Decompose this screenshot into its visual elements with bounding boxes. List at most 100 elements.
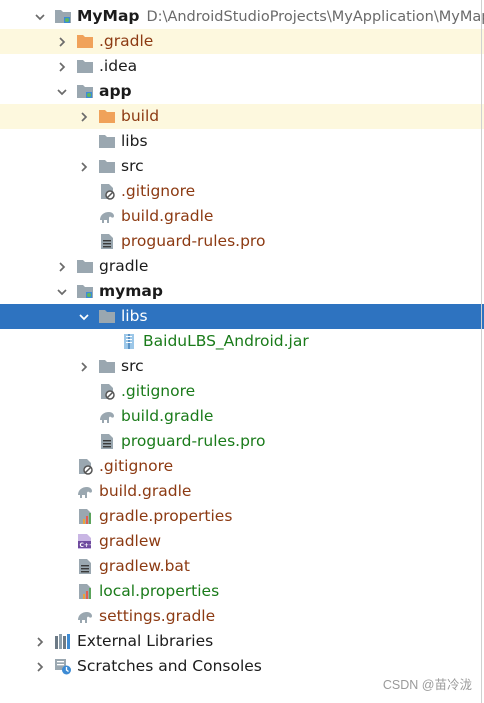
chevron-down-icon[interactable] [55,279,69,304]
tree-item-gitignore-3[interactable]: .gitignore [0,454,484,479]
folder-icon [98,158,116,175]
tree-item-label: gradle.properties [99,504,232,529]
tree-item-text: gradlew [99,532,162,550]
tree-item-text: gradle.properties [99,507,233,525]
tree-item-gitignore[interactable]: .gitignore [0,179,484,204]
tree-item-text: External Libraries [77,632,214,650]
tree-item-external-libraries[interactable]: External Libraries [0,629,484,654]
tree-item-src[interactable]: src [0,154,484,179]
folder-icon [76,258,94,275]
tree-item-idea[interactable]: .idea [0,54,484,79]
text-file-icon [76,558,94,575]
tree-item-app[interactable]: app [0,79,484,104]
tree-item-label: build [121,104,159,129]
tree-item-label: local.properties [99,579,219,604]
chevron-down-icon[interactable] [55,79,69,104]
tree-item-build-gradle[interactable]: build.gradle [0,204,484,229]
tree-item-text: settings.gradle [99,607,216,625]
project-path: D:\AndroidStudioProjects\MyApplication\M… [146,9,484,25]
module-folder-icon [76,83,94,100]
tree-item-text: src [121,357,144,375]
tree-item-gradlew-bat[interactable]: gradlew.bat [0,554,484,579]
tree-item-label: settings.gradle [99,604,215,629]
chevron-right-icon[interactable] [33,629,47,654]
chevron-right-icon[interactable] [33,654,47,679]
tree-item-text: build.gradle [121,407,214,425]
tree-item-text: local.properties [99,582,220,600]
properties-file-icon [76,583,94,600]
folder-icon [76,58,94,75]
gradle-elephant-icon [98,408,116,425]
tree-item-gradle[interactable]: .gradle [0,29,484,54]
tree-item-build[interactable]: build [0,104,484,129]
chevron-right-icon[interactable] [77,154,91,179]
chevron-right-icon[interactable] [77,104,91,129]
tree-item-label: proguard-rules.pro [121,229,265,254]
tree-item-text: .gradle [99,32,154,50]
tree-item-text: .gitignore [99,457,174,475]
tree-item-label: Scratches and Consoles [77,654,262,679]
tree-item-label: mymap [99,279,163,304]
folder-icon [98,308,116,325]
excluded-folder-icon [76,33,94,50]
tree-item-label: .gitignore [99,454,173,479]
tree-item-label: .gitignore [121,179,195,204]
folder-icon [98,133,116,150]
tree-item-mymap[interactable]: MyMap D:\AndroidStudioProjects\MyApplicat… [0,4,484,29]
tree-item-label: build.gradle [99,479,191,504]
tree-item-libs[interactable]: libs [0,129,484,154]
tree-item-label: src [121,354,144,379]
tree-item-text: build.gradle [99,482,192,500]
chevron-right-icon[interactable] [55,29,69,54]
tree-item-gradle-properties[interactable]: gradle.properties [0,504,484,529]
tree-item-mymap-2[interactable]: mymap [0,279,484,304]
ignore-file-icon [98,183,116,200]
tree-item-gitignore-2[interactable]: .gitignore [0,379,484,404]
tree-item-label: MyMap D:\AndroidStudioProjects\MyApplicat… [77,4,484,29]
tree-item-label: .gitignore [121,379,195,404]
tree-item-proguard-rules-pro-2[interactable]: proguard-rules.pro [0,429,484,454]
tree-item-text: MyMap [77,7,140,25]
shell-script-icon: C++ [76,533,94,550]
tree-item-text: .gitignore [121,182,196,200]
chevron-down-icon[interactable] [77,304,91,329]
tree-item-label: proguard-rules.pro [121,429,265,454]
module-folder-icon [54,8,72,25]
scratches-icon [54,658,72,675]
tree-item-text: src [121,157,144,175]
tree-item-label: .gradle [99,29,153,54]
chevron-right-icon[interactable] [77,354,91,379]
tree-item-baidulbs-android-jar[interactable]: BaiduLBS_Android.jar [0,329,484,354]
chevron-right-icon[interactable] [55,254,69,279]
tree-item-label: .idea [99,54,137,79]
tree-item-label: src [121,154,144,179]
gradle-elephant-icon [98,208,116,225]
tree-item-proguard-rules-pro[interactable]: proguard-rules.pro [0,229,484,254]
tree-item-label: app [99,79,132,104]
tree-item-local-properties[interactable]: local.properties [0,579,484,604]
tree-item-libs-2[interactable]: libs [0,304,484,329]
tree-item-text: app [99,82,132,100]
panel-divider [481,0,482,703]
text-file-icon [98,433,116,450]
tree-item-label: build.gradle [121,204,213,229]
chevron-down-icon[interactable] [33,4,47,29]
tree-item-build-gradle-2[interactable]: build.gradle [0,404,484,429]
jar-file-icon [120,333,138,350]
tree-item-text: gradlew.bat [99,557,190,575]
tree-item-label: libs [121,304,148,329]
tree-item-gradle-2[interactable]: gradle [0,254,484,279]
tree-item-src-2[interactable]: src [0,354,484,379]
tree-item-build-gradle-3[interactable]: build.gradle [0,479,484,504]
tree-item-text: .idea [99,57,138,75]
tree-item-gradlew[interactable]: C++ gradlew [0,529,484,554]
excluded-folder-icon [98,108,116,125]
watermark: CSDN @苗冷泷 [382,678,472,692]
tree-item-settings-gradle[interactable]: settings.gradle [0,604,484,629]
tree-item-text: build [121,107,160,125]
tree-item-label: gradlew.bat [99,554,190,579]
tree-item-label: build.gradle [121,404,213,429]
gradle-elephant-icon [76,608,94,625]
gradle-elephant-icon [76,483,94,500]
chevron-right-icon[interactable] [55,54,69,79]
